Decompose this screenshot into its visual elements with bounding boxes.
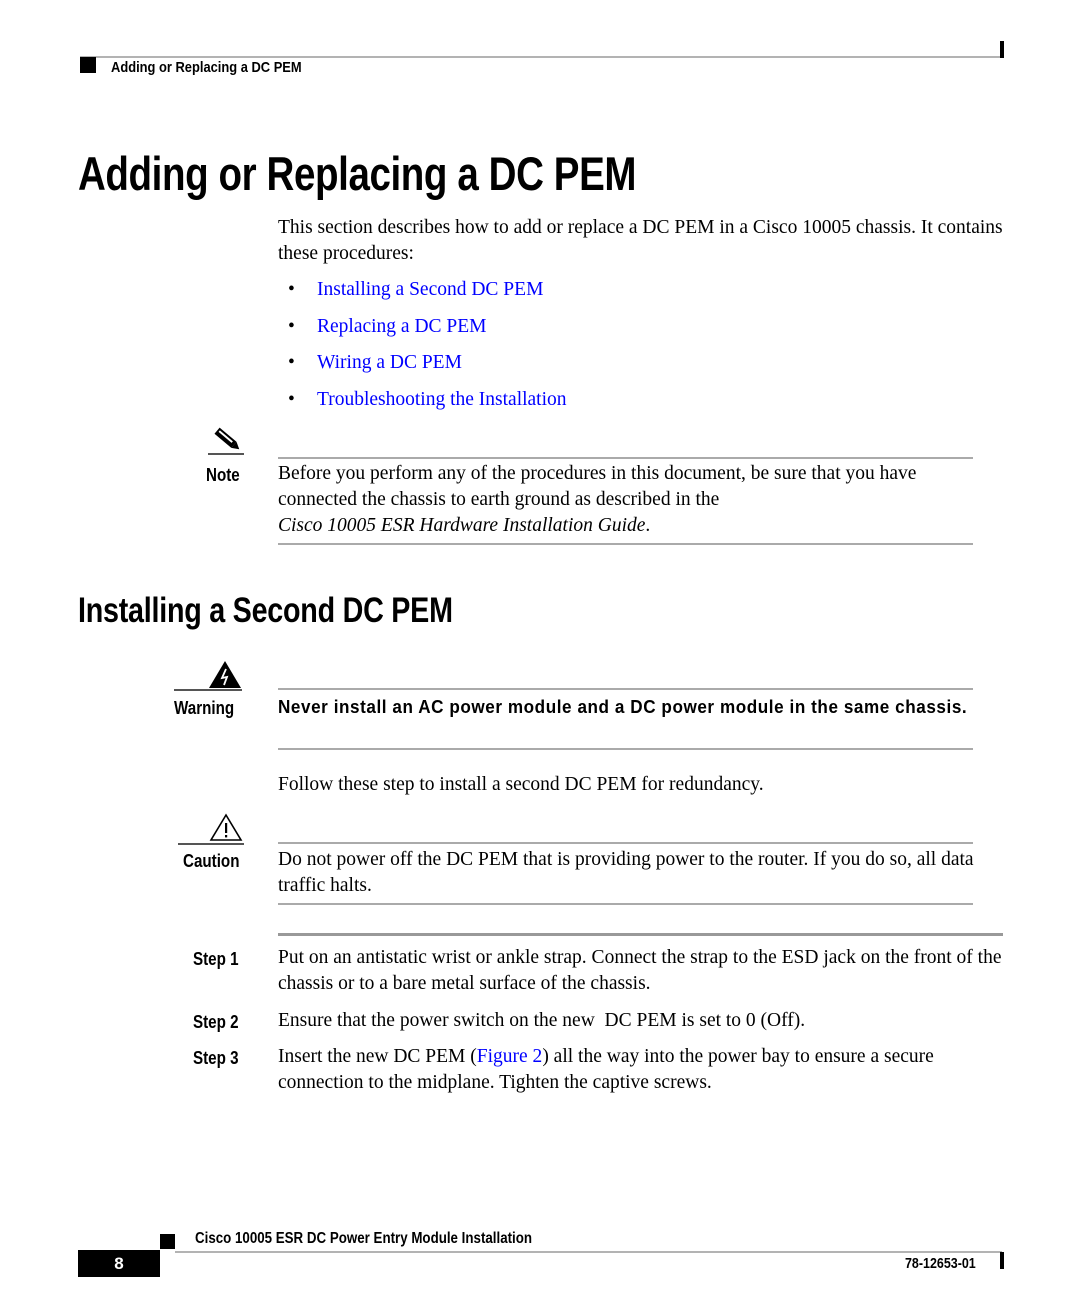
- step-1-text: Put on an antistatic wrist or ankle stra…: [278, 947, 1002, 994]
- caution-icon-underline: [178, 843, 244, 845]
- note-body: Before you perform any of the procedures…: [278, 463, 917, 510]
- note-icon-underline: [208, 453, 244, 455]
- note-label: Note: [206, 464, 240, 485]
- figure-2-link[interactable]: Figure 2: [477, 1046, 543, 1067]
- steps-top-rule: [278, 933, 1003, 936]
- caution-top-rule: [278, 842, 973, 844]
- link-wiring-dc-pem[interactable]: Wiring a DC PEM: [317, 350, 462, 376]
- link-troubleshooting[interactable]: Troubleshooting the Installation: [317, 387, 567, 413]
- intro-paragraph: This section describes how to add or rep…: [278, 217, 1003, 264]
- electrical-hazard-icon: [209, 661, 241, 688]
- caution-label: Caution: [183, 850, 240, 871]
- footer-doc-number: 78-12653-01: [905, 1256, 976, 1272]
- bullet-icon: •: [288, 352, 295, 373]
- warning-top-rule: [278, 688, 973, 690]
- section-title: Installing a Second DC PEM: [78, 591, 453, 630]
- header-marker: [80, 57, 96, 73]
- step-3-text-before: Insert the new DC PEM (: [278, 1046, 477, 1067]
- link-replacing-dc-pem[interactable]: Replacing a DC PEM: [317, 314, 487, 340]
- footer-marker: [160, 1234, 175, 1249]
- header-rule: [80, 56, 1003, 58]
- link-installing-second-dc-pem[interactable]: Installing a Second DC PEM: [317, 277, 543, 303]
- footer-book-title: Cisco 10005 ESR DC Power Entry Module In…: [195, 1230, 533, 1247]
- step-3-label: Step 3: [193, 1047, 239, 1068]
- page-title: Adding or Replacing a DC PEM: [78, 147, 637, 200]
- footer-edge-tick: [1000, 1252, 1004, 1269]
- caution-text: Do not power off the DC PEM that is prov…: [278, 849, 974, 896]
- bullet-icon: •: [288, 279, 295, 300]
- step-2-text: Ensure that the power switch on the new …: [278, 1010, 806, 1031]
- pencil-icon: [214, 427, 240, 450]
- step-1-label: Step 1: [193, 948, 239, 969]
- warning-icon-underline: [174, 689, 242, 691]
- note-citation: Cisco 10005 ESR Hardware Installation Gu…: [278, 515, 646, 536]
- note-top-rule: [278, 457, 973, 459]
- note-bottom-rule: [278, 543, 973, 545]
- note-text: Before you perform any of the procedures…: [278, 461, 988, 539]
- warning-label: Warning: [174, 697, 235, 718]
- caution-triangle-icon: [209, 813, 243, 841]
- step-3-text: Insert the new DC PEM (Figure 2) all the…: [278, 1044, 988, 1096]
- bullet-icon: •: [288, 388, 295, 410]
- warning-bottom-rule: [278, 748, 973, 750]
- warning-text: Never install an AC power module and a D…: [278, 697, 968, 717]
- step-2-label: Step 2: [193, 1011, 239, 1032]
- page-number: 8: [114, 1254, 124, 1273]
- note-citation-end: .: [645, 515, 651, 536]
- running-header: Adding or Replacing a DC PEM: [111, 59, 302, 76]
- bullet-icon: •: [288, 315, 295, 337]
- header-edge-tick: [1000, 41, 1004, 58]
- footer-rule: [175, 1251, 1002, 1253]
- section-lead: Follow these step to install a second DC…: [278, 774, 764, 795]
- caution-bottom-rule: [278, 903, 973, 905]
